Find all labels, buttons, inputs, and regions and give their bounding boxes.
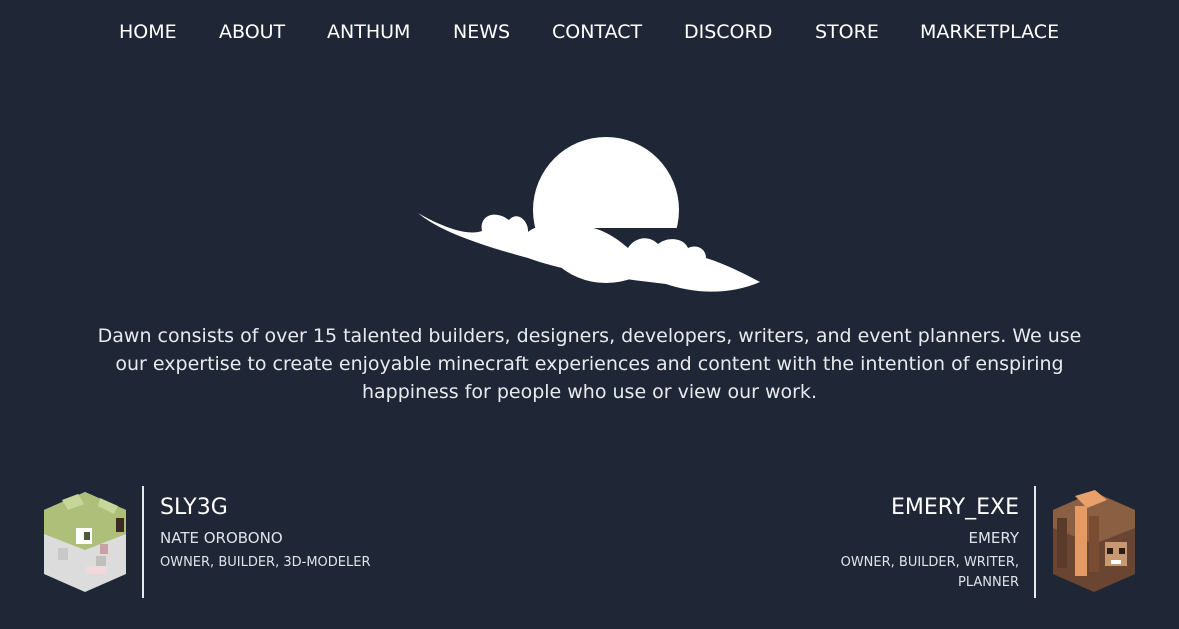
member-roles: OWNER, BUILDER, 3D-MODELER <box>160 555 371 570</box>
intro-text: Dawn consists of over 15 talented builde… <box>97 325 1082 403</box>
nav-discord[interactable]: DISCORD <box>684 18 772 46</box>
minecraft-head-avatar <box>1053 490 1135 592</box>
minecraft-head-avatar <box>44 492 126 592</box>
nav-contact[interactable]: CONTACT <box>552 18 642 46</box>
nav-about[interactable]: ABOUT <box>219 18 285 46</box>
card-divider <box>142 486 144 598</box>
member-roles: OWNER, BUILDER, WRITER, PLANNER <box>840 555 1019 590</box>
member-name: EMERY <box>968 529 1019 547</box>
member-handle: EMERY_EXE <box>891 495 1019 520</box>
nav-home[interactable]: HOME <box>119 18 177 46</box>
nav-store[interactable]: STORE <box>815 18 879 46</box>
member-handle: SLY3G <box>160 495 228 520</box>
team-member-card: EMERY_EXE EMERY OWNER, BUILDER, WRITER, … <box>820 486 1139 598</box>
team-member-card: SLY3G NATE OROBONO OWNER, BUILDER, 3D-MO… <box>40 486 400 598</box>
nav-marketplace[interactable]: MARKETPLACE <box>920 18 1059 46</box>
card-divider <box>1034 486 1036 598</box>
sun-behind-cloud-icon <box>418 137 760 292</box>
member-name: NATE OROBONO <box>160 529 283 547</box>
main-nav: HOME ABOUT ANTHUM NEWS CONTACT DISCORD S… <box>0 18 1179 46</box>
member-info: SLY3G NATE OROBONO OWNER, BUILDER, 3D-MO… <box>160 492 371 573</box>
member-info: EMERY_EXE EMERY OWNER, BUILDER, WRITER, … <box>829 492 1019 593</box>
nav-news[interactable]: NEWS <box>453 18 510 46</box>
nav-anthum[interactable]: ANTHUM <box>327 18 410 46</box>
